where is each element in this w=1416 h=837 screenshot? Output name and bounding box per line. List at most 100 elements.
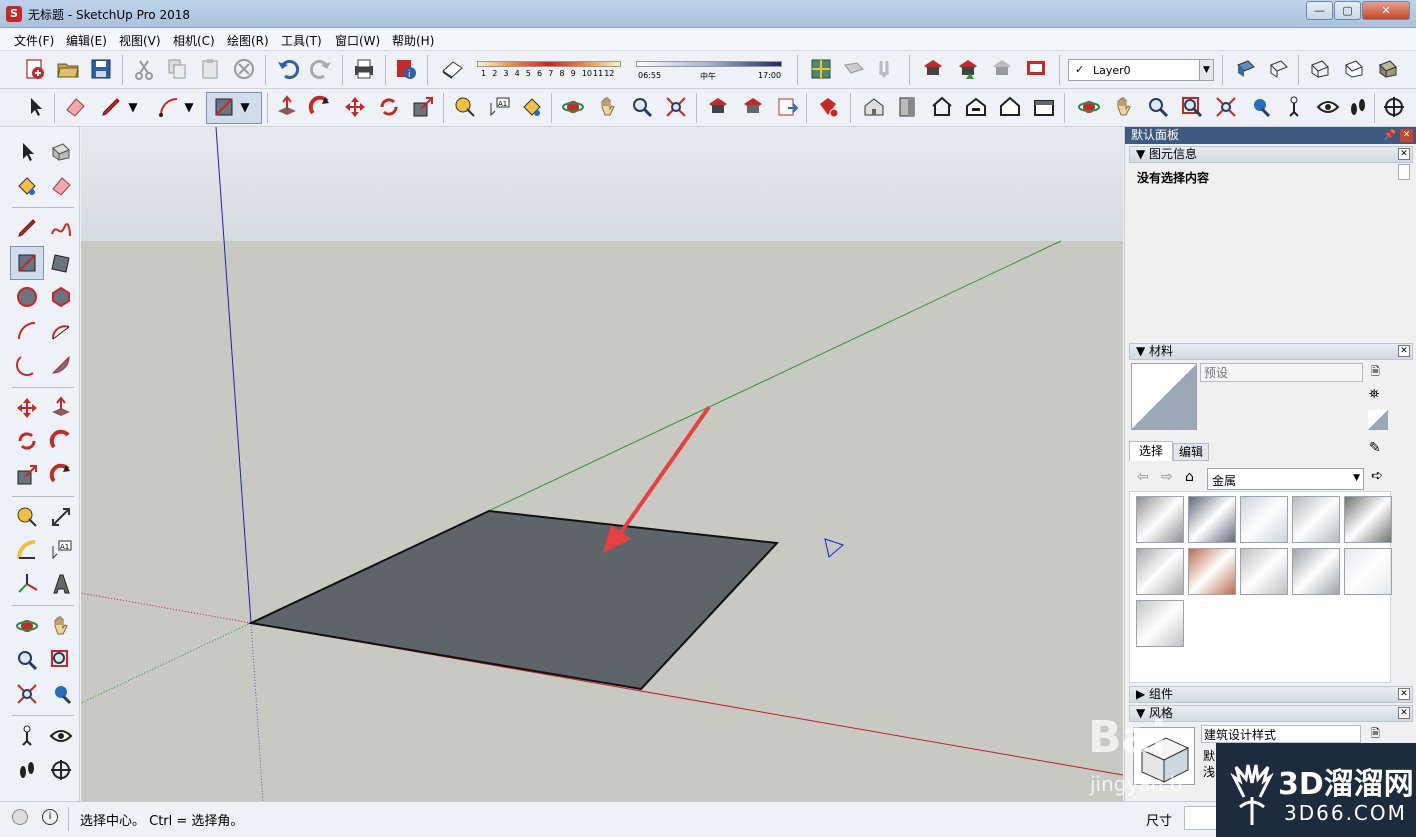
month-slider[interactable]: 1 2 3 4 5 6 7 8 9 10 11 12 [477,59,621,81]
freehand-icon[interactable] [46,213,76,243]
material-swatch[interactable] [1344,496,1392,543]
paint-bucket-side-icon[interactable] [12,171,42,201]
send-to-layout-icon[interactable] [775,94,801,120]
paint-bucket-icon[interactable] [519,94,545,120]
eyedropper-icon[interactable]: ✎ [1369,440,1387,458]
open-folder-icon[interactable] [55,56,81,82]
forward-arrow-icon[interactable]: ⇨ [1161,469,1173,485]
arc-icon[interactable] [156,94,182,120]
copy-icon[interactable] [164,56,190,82]
eraser-side-icon[interactable] [46,171,76,201]
left-view-icon[interactable] [1031,94,1057,120]
menu-help[interactable]: 帮助(H) [392,32,434,49]
info-icon[interactable]: i [42,809,58,825]
menu-tools[interactable]: 工具(T) [281,32,322,49]
entity-info-header[interactable]: ▼ 图元信息 ✕ [1129,146,1413,163]
layer-dropdown[interactable]: ✓ Layer0 ▼ [1068,59,1214,81]
share-model-icon[interactable] [955,56,981,82]
zoom-2-icon[interactable] [1145,94,1171,120]
make-component-icon[interactable] [46,137,76,167]
tab-select[interactable]: 选择 [1129,441,1173,461]
menu-window[interactable]: 窗口(W) [335,32,380,49]
add-to-model-icon[interactable]: ⛯ [1369,387,1389,405]
orbit-2-icon[interactable] [1076,94,1102,120]
style-name-input[interactable]: 建筑设计样式 [1201,725,1361,743]
material-swatch[interactable] [1344,548,1392,595]
rotate-icon[interactable] [376,94,402,120]
right-view-icon[interactable] [963,94,989,120]
polygon-icon[interactable] [46,282,76,312]
material-swatch[interactable] [1292,496,1340,543]
menu-file[interactable]: 文件(F) [14,32,54,49]
shaded-icon[interactable] [1375,56,1401,82]
three-point-arc-icon[interactable] [12,350,42,380]
follow-me-icon[interactable] [307,94,333,120]
hidden-line-icon[interactable] [1341,56,1367,82]
scale-side-icon[interactable] [12,460,42,490]
pan-hand-icon[interactable] [595,94,621,120]
dimension-text-icon[interactable]: A1 [486,94,512,120]
select-arrow-icon[interactable] [22,94,48,120]
materials-close-icon[interactable]: ✕ [1398,345,1410,357]
rotate-side-icon[interactable] [12,426,42,456]
offset-icon[interactable] [46,460,76,490]
cut-icon[interactable] [131,56,157,82]
xray-style-icon[interactable] [1233,56,1259,82]
axes-icon[interactable] [12,569,42,599]
paste-icon[interactable] [197,56,223,82]
chevron-down-icon[interactable]: ▼ [1199,60,1213,80]
circle-icon[interactable] [12,282,42,312]
position-camera-icon[interactable] [1281,94,1307,120]
rotated-rectangle-icon[interactable] [46,248,76,278]
zoom-extents-side-icon[interactable] [12,679,42,709]
material-swatch[interactable] [1136,600,1184,647]
pin-icon[interactable]: 📌 [1384,127,1396,144]
back-arrow-icon[interactable]: ⇦ [1137,469,1149,485]
maximize-button[interactable]: ▢ [1334,1,1361,20]
orbit-icon[interactable] [560,94,586,120]
minimize-button[interactable]: — [1306,1,1333,20]
model-info-icon[interactable]: i [393,56,419,82]
material-swatch[interactable] [1188,548,1236,595]
walk-side-icon[interactable] [12,755,42,785]
zoom-window-side-icon[interactable] [46,645,76,675]
material-name-input[interactable] [1200,363,1363,382]
default-material-icon[interactable] [1368,410,1388,430]
material-swatch[interactable] [1136,548,1184,595]
erase-icon[interactable] [231,56,257,82]
material-swatch[interactable] [1292,548,1340,595]
measurements-input[interactable] [1184,806,1220,830]
arc-side-icon[interactable] [12,316,42,346]
material-swatch[interactable] [1240,496,1288,543]
tab-edit[interactable]: 编辑 [1173,443,1209,461]
zoom-extents-2-icon[interactable] [1213,94,1239,120]
front-view-icon[interactable] [929,94,955,120]
warehouse-icon[interactable] [920,56,946,82]
material-swatch[interactable] [1188,496,1236,543]
line-dropdown-chevron-icon[interactable]: ▼ [126,94,140,120]
display-section-icon[interactable] [841,56,867,82]
push-pull-icon[interactable] [274,94,300,120]
iso-view-icon[interactable] [861,94,887,120]
line-side-icon[interactable] [12,213,42,243]
select-icon[interactable] [12,137,42,167]
eraser-icon[interactable] [62,94,88,120]
styles-close-icon[interactable]: ✕ [1398,707,1410,719]
time-slider[interactable]: 06:55 中午 17:00 [636,59,782,83]
entity-info-close-icon[interactable]: ✕ [1398,148,1410,160]
undo-icon[interactable] [275,56,301,82]
create-material-icon[interactable]: 🗎 [1371,363,1387,379]
back-edges-icon[interactable] [1266,56,1292,82]
styles-header[interactable]: ▼ 风格 ✕ [1129,705,1413,722]
scale-icon[interactable] [410,94,436,120]
tray-close-icon[interactable]: ✕ [1400,129,1413,142]
zoom-side-icon[interactable] [12,645,42,675]
orbit-side-icon[interactable] [12,611,42,641]
zoom-icon[interactable] [629,94,655,120]
entity-scrollbar[interactable] [1398,164,1410,180]
components-header[interactable]: ▶ 组件 ✕ [1129,686,1413,703]
collection-dropdown[interactable]: 金属 ▼ [1207,468,1364,490]
share-models-icon[interactable] [740,94,766,120]
push-pull-side-icon[interactable] [46,393,76,423]
get-models-icon[interactable] [705,94,731,120]
